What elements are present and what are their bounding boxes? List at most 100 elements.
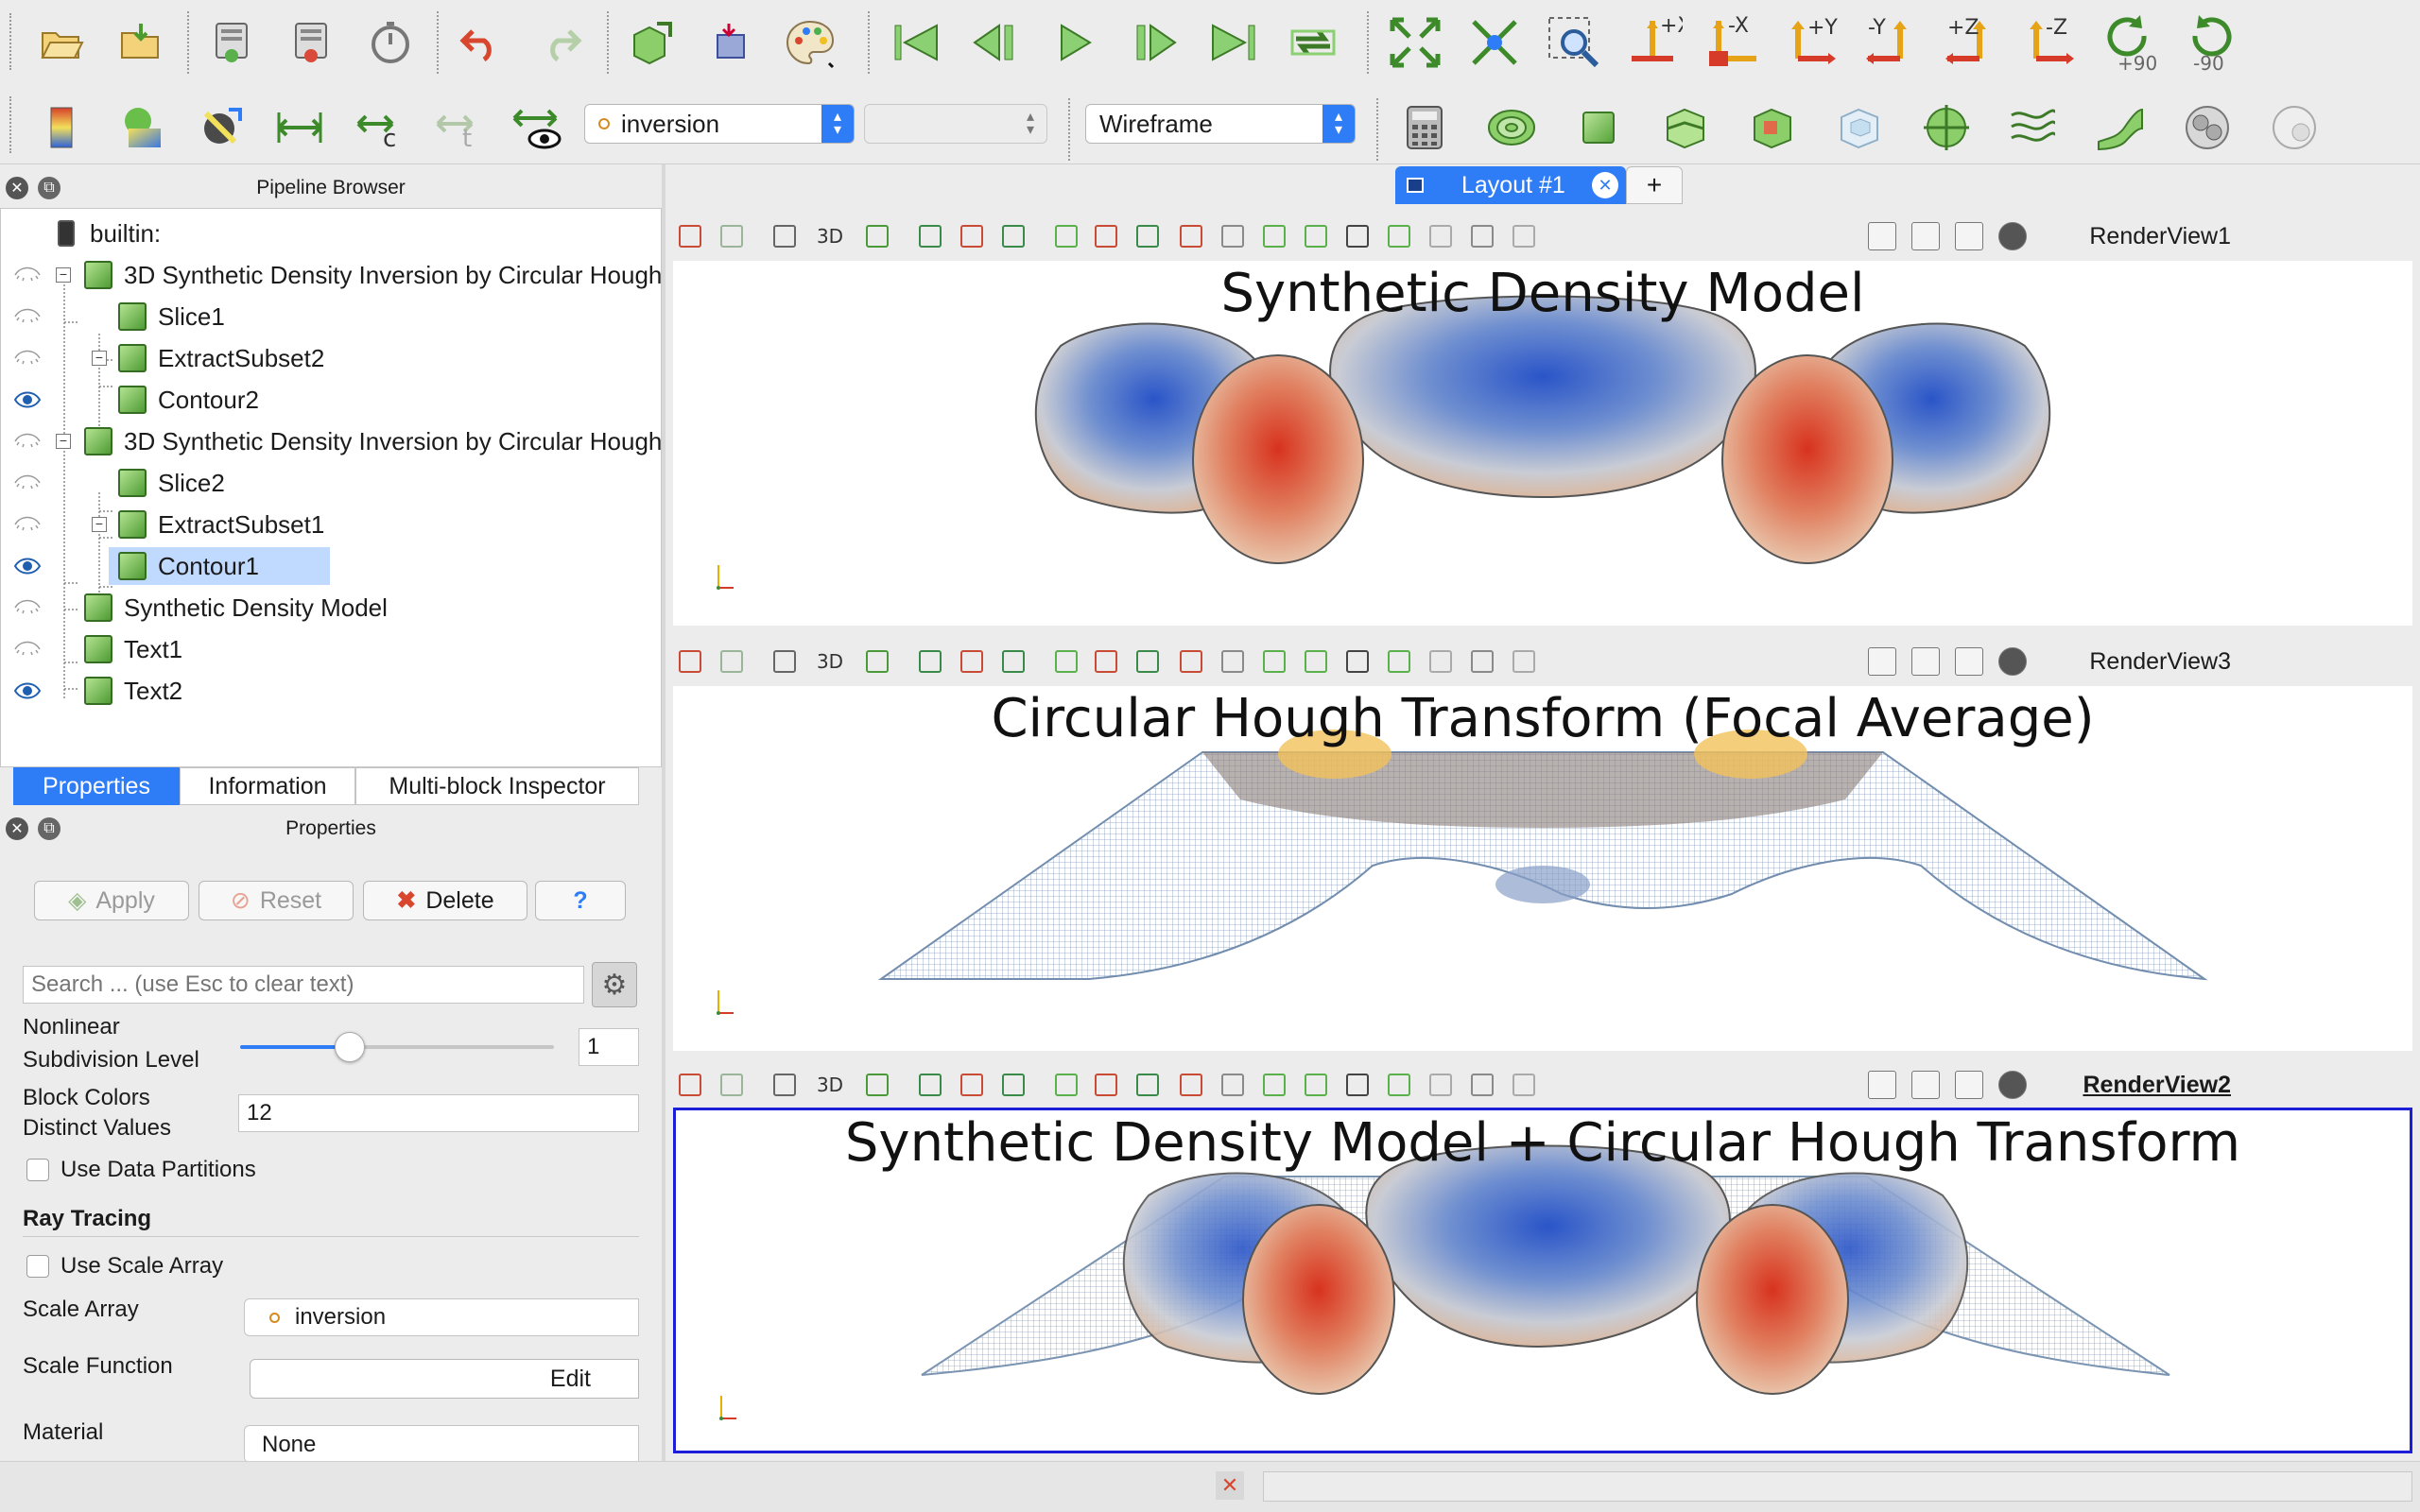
rotate-cw-90-button[interactable]: +90 [2100, 13, 2159, 74]
pipeline-item[interactable]: Slice1 [1, 296, 661, 337]
eye-hidden-icon[interactable] [14, 350, 41, 367]
close-icon[interactable] [1998, 222, 2027, 250]
eye-hidden-icon[interactable] [14, 516, 41, 533]
help-button[interactable]: ? [535, 881, 626, 920]
close-icon[interactable]: ✕ [6, 817, 28, 840]
reset-camera-icon[interactable] [1386, 13, 1444, 72]
pipeline-item[interactable]: Synthetic Density Model [1, 587, 661, 628]
view-3d-toggle[interactable]: 3D [815, 650, 845, 673]
clip-icon[interactable] [1569, 98, 1628, 157]
delete-selection-icon[interactable] [1429, 225, 1452, 248]
warp-by-vector-icon[interactable] [2091, 98, 2150, 157]
reset-button[interactable]: ⊘ Reset [199, 881, 354, 920]
maximize-icon[interactable] [1955, 1071, 1983, 1099]
close-icon[interactable]: ✕ [1216, 1471, 1244, 1500]
tooltip-icon[interactable] [1346, 1074, 1369, 1096]
edit-color-map-icon[interactable] [112, 98, 170, 157]
rescale-custom-range-icon[interactable] [270, 98, 329, 157]
select-cells-frustum-icon[interactable] [919, 1074, 942, 1096]
first-frame-icon[interactable] [887, 13, 945, 72]
select-cells-frustum-icon[interactable] [919, 650, 942, 673]
select-points-on-icon[interactable] [720, 650, 743, 673]
tab-properties[interactable]: Properties [13, 767, 180, 805]
camera-plus-x-button[interactable]: +X [1624, 13, 1683, 72]
camera-plus-y-button[interactable]: +Y [1783, 13, 1841, 72]
capture-icon[interactable] [773, 1074, 796, 1096]
grow-selection-icon[interactable] [1136, 1074, 1159, 1096]
pipeline-item[interactable]: Contour2 [1, 379, 661, 421]
tab-multi-block-inspector[interactable]: Multi-block Inspector [355, 767, 639, 805]
pipeline-item[interactable]: − ExtractSubset2 [1, 337, 661, 379]
collapse-toggle[interactable]: − [56, 267, 71, 283]
hover-points-icon[interactable] [1263, 225, 1286, 248]
select-cells-on-icon[interactable] [679, 225, 701, 248]
last-frame-icon[interactable] [1204, 13, 1263, 72]
zoom-to-data-icon[interactable] [1465, 13, 1524, 72]
scale-array-select[interactable]: inversion [244, 1298, 639, 1336]
camera-minus-x-button[interactable]: -X [1703, 13, 1762, 72]
screenshot-icon[interactable] [866, 225, 889, 248]
view-3d-toggle[interactable]: 3D [815, 1074, 845, 1096]
play-icon[interactable] [1046, 13, 1104, 72]
connect-icon[interactable] [202, 13, 261, 72]
interactive-select-icon[interactable] [1055, 650, 1078, 673]
zoom-to-box-icon[interactable] [1545, 13, 1603, 72]
close-icon[interactable] [1998, 647, 2027, 676]
block-colors-input[interactable]: 12 [238, 1094, 639, 1132]
color-array-select[interactable]: inversion ▴ ▾ [584, 104, 855, 144]
split-horizontal-icon[interactable] [1868, 222, 1896, 250]
pipeline-item[interactable]: Text2 [1, 670, 661, 712]
maximize-icon[interactable] [1955, 647, 1983, 676]
tooltip-icon[interactable] [1346, 650, 1369, 673]
maximize-icon[interactable] [1955, 222, 1983, 250]
eye-visible-icon[interactable] [14, 558, 41, 575]
select-points-on-icon[interactable] [720, 225, 743, 248]
select-block-icon[interactable] [1002, 1074, 1025, 1096]
pipeline-item[interactable]: Slice2 [1, 462, 661, 504]
material-select[interactable]: None [244, 1425, 639, 1461]
camera-plus-z-button[interactable]: +Z [1942, 13, 2000, 72]
select-block-icon[interactable] [1002, 650, 1025, 673]
add-layout-button[interactable]: + [1626, 166, 1683, 204]
eye-visible-icon[interactable] [14, 391, 41, 408]
representation-select[interactable]: Wireframe ▴ ▾ [1085, 104, 1356, 144]
delete-selection-icon[interactable] [1429, 650, 1452, 673]
capture-icon[interactable] [773, 225, 796, 248]
screenshot-icon[interactable] [866, 1074, 889, 1096]
pipeline-item[interactable]: Text1 [1, 628, 661, 670]
eye-hidden-icon[interactable] [14, 433, 41, 450]
select-cells-on-icon[interactable] [679, 1074, 701, 1096]
color-legend-icon[interactable] [32, 98, 91, 157]
grow-selection-icon[interactable] [1136, 650, 1159, 673]
loop-icon[interactable] [1284, 13, 1342, 72]
select-points-on-icon[interactable] [720, 1074, 743, 1096]
capture-icon[interactable] [773, 650, 796, 673]
component-select[interactable]: ▴ ▾ [864, 104, 1047, 144]
toolbar-grip[interactable] [9, 13, 15, 70]
glyph-icon[interactable] [1917, 98, 1976, 157]
render-view[interactable]: Synthetic Density Model [673, 261, 2412, 626]
previous-frame-icon[interactable] [966, 13, 1025, 72]
nonlinear-slider-handle[interactable] [335, 1032, 366, 1062]
close-icon[interactable] [1998, 1071, 2027, 1099]
threshold-icon[interactable] [1743, 98, 1802, 157]
rescale-visible-range-icon[interactable]: c [350, 98, 408, 157]
search-input[interactable] [23, 966, 584, 1004]
ruler-icon[interactable] [1512, 650, 1535, 673]
select-polygon-icon[interactable] [1095, 1074, 1117, 1096]
nonlinear-slider-track[interactable] [240, 1032, 554, 1062]
close-icon[interactable]: ✕ [6, 177, 28, 199]
split-vertical-icon[interactable] [1911, 647, 1940, 676]
rescale-visible-data-icon[interactable] [509, 98, 567, 157]
calculator-icon[interactable] [1395, 98, 1454, 157]
rescale-temporal-range-icon[interactable]: t [429, 98, 488, 157]
select-polygon-icon[interactable] [1095, 650, 1117, 673]
pipeline-item[interactable]: builtin: [1, 213, 661, 254]
ruler-icon[interactable] [1512, 1074, 1535, 1096]
interactive-select-icon[interactable] [1055, 225, 1078, 248]
pipeline-item[interactable]: − ExtractSubset1 [1, 504, 661, 545]
select-cells-frustum-icon[interactable] [919, 225, 942, 248]
find-data-icon[interactable] [1388, 1074, 1410, 1096]
reset-range-icon[interactable] [191, 98, 250, 157]
timer-icon[interactable] [361, 13, 420, 72]
